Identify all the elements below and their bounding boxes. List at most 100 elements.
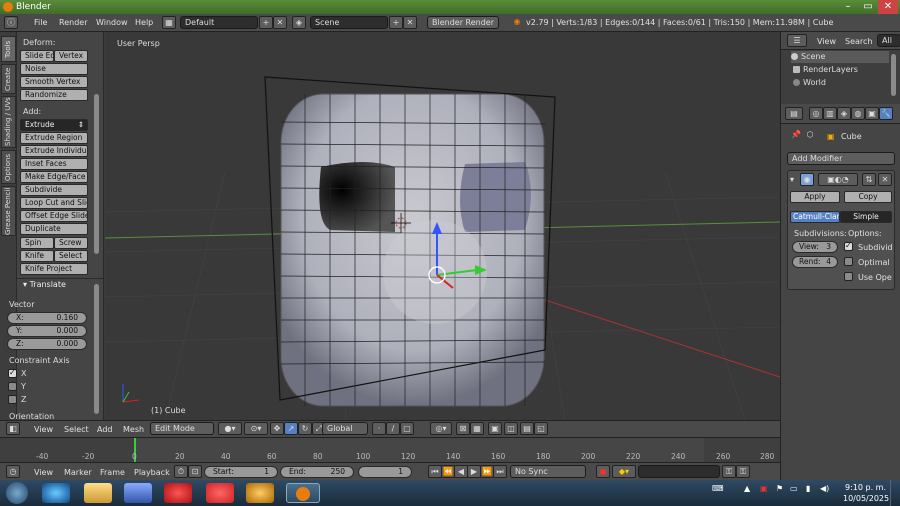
- vector-z-field[interactable]: Z: 0.000: [7, 338, 87, 350]
- spin-button[interactable]: Spin: [20, 237, 54, 249]
- delete-keyframe-icon[interactable]: ⚿: [736, 465, 750, 478]
- vector-x-field[interactable]: X: 0.160: [7, 312, 87, 324]
- scene-tab-icon[interactable]: ◈: [837, 107, 851, 120]
- modifier-remove-icon[interactable]: ✕: [878, 173, 892, 186]
- start-button-icon[interactable]: [6, 482, 28, 504]
- menu-help[interactable]: Help: [135, 18, 153, 27]
- preview-range-icon[interactable]: ⏱: [174, 465, 188, 478]
- outliner-row-renderlayers[interactable]: RenderLayers: [793, 64, 858, 76]
- tab-create[interactable]: Create: [1, 64, 16, 94]
- shading-selector[interactable]: ●▾: [218, 422, 242, 435]
- timeline[interactable]: -40 -20 0 20 40 60 80 100 120 140 160 18…: [0, 437, 780, 463]
- volume-icon[interactable]: ◀): [820, 484, 829, 493]
- duplicate-button[interactable]: Duplicate: [20, 223, 88, 235]
- maximize-button[interactable]: ▭: [858, 0, 878, 14]
- menu-file[interactable]: File: [34, 18, 47, 27]
- active-keying-set-field[interactable]: [638, 465, 720, 478]
- inset-faces-button[interactable]: Inset Faces: [20, 158, 88, 170]
- modifier-move-icon[interactable]: ⇅: [862, 173, 876, 186]
- tab-tools[interactable]: Tools: [1, 36, 16, 62]
- opengl-anim-icon[interactable]: ▤: [520, 422, 534, 435]
- optimal-display-checkbox[interactable]: [844, 257, 853, 266]
- translate-panel-header[interactable]: ▾ Translate: [23, 280, 66, 289]
- modifiers-tab-icon[interactable]: 🔧: [879, 107, 893, 120]
- catmull-clark-tab[interactable]: Catmull-Clark: [790, 211, 840, 223]
- knife-select-button[interactable]: Select: [54, 250, 88, 262]
- simple-tab[interactable]: Simple: [840, 211, 892, 223]
- extrude-region-button[interactable]: Extrude Region: [20, 132, 88, 144]
- world-tab-icon[interactable]: ◍: [851, 107, 865, 120]
- tab-shading-uvs[interactable]: Shading / UVs: [1, 96, 16, 148]
- clock-date[interactable]: 10/05/2025: [843, 494, 889, 503]
- smooth-vertex-button[interactable]: Smooth Vertex: [20, 76, 88, 88]
- remove-layout-button[interactable]: ✕: [273, 16, 287, 29]
- vector-y-field[interactable]: Y: 0.000: [7, 325, 87, 337]
- opengl-render-icon[interactable]: ◫: [504, 422, 518, 435]
- slide-edge-button[interactable]: Slide Ed: [20, 50, 54, 62]
- view-levels-field[interactable]: View: 3: [792, 241, 838, 253]
- outliner-row-scene[interactable]: Scene: [791, 51, 889, 63]
- snap-toggle-icon[interactable]: ⊠: [456, 422, 470, 435]
- tab-options[interactable]: Options: [1, 150, 16, 184]
- timeline-menu-playback[interactable]: Playback: [134, 468, 170, 477]
- blender-taskbar-icon[interactable]: [286, 483, 320, 503]
- network-icon[interactable]: ▮: [806, 484, 810, 493]
- constraint-y-checkbox[interactable]: [8, 382, 17, 391]
- use-opensubdiv-checkbox[interactable]: [844, 272, 853, 281]
- screw-button[interactable]: Screw: [54, 237, 88, 249]
- translate-panel-scrollbar[interactable]: [94, 284, 99, 414]
- transform-orientation-selector[interactable]: Global: [322, 422, 368, 435]
- modifier-visibility-icons[interactable]: ▣◐◔: [818, 173, 858, 186]
- render-preview-icon[interactable]: ▣: [488, 422, 502, 435]
- play-reverse-icon[interactable]: ◀: [454, 465, 468, 478]
- slide-vertex-button[interactable]: Vertex: [54, 50, 88, 62]
- face-select-icon[interactable]: ▢: [400, 422, 414, 435]
- outliner-filter-selector[interactable]: All Sc: [877, 34, 900, 47]
- extrude-individual-button[interactable]: Extrude Individual: [20, 145, 88, 157]
- timeline-menu-view[interactable]: View: [34, 468, 53, 477]
- keyboard-icon[interactable]: ⌨: [712, 484, 724, 493]
- minimize-button[interactable]: –: [838, 0, 858, 14]
- menu-add[interactable]: Add: [97, 425, 113, 434]
- keying-set-icon[interactable]: ◆▾: [612, 465, 636, 478]
- lock-range-icon[interactable]: ⊡: [188, 465, 202, 478]
- render-tab-icon[interactable]: ◎: [809, 107, 823, 120]
- headphones-icon[interactable]: [246, 483, 274, 503]
- copy-modifier-button[interactable]: Copy: [844, 191, 892, 203]
- scene-icon[interactable]: ◈: [292, 16, 306, 29]
- outliner-menu-view[interactable]: View: [817, 37, 836, 46]
- lifebuoy-icon[interactable]: [206, 483, 234, 503]
- constraint-x-checkbox[interactable]: ✓: [8, 368, 17, 378]
- menu-view[interactable]: View: [34, 425, 53, 434]
- noise-button[interactable]: Noise: [20, 63, 88, 75]
- add-modifier-menu[interactable]: Add Modifier: [787, 152, 895, 165]
- mode-selector[interactable]: Edit Mode: [150, 422, 214, 435]
- pivot-selector[interactable]: ⊙▾: [244, 422, 268, 435]
- jump-start-icon[interactable]: ⏮: [428, 465, 442, 478]
- jump-end-icon[interactable]: ⏭: [493, 465, 507, 478]
- translate-manipulator-icon[interactable]: ↗: [284, 422, 298, 435]
- explorer-icon[interactable]: [84, 483, 112, 503]
- vertex-select-icon[interactable]: ·: [372, 422, 386, 435]
- properties-editor[interactable]: ▤ ◎ ▥ ◈ ◍ ▣ 🔧 📌 ⬡ ▣ Cube Add Modifier ▾ …: [780, 104, 900, 480]
- loop-cut-slide-button[interactable]: Loop Cut and Slide: [20, 197, 88, 209]
- render-levels-field[interactable]: Rend: 4: [792, 256, 838, 268]
- extrude-menu[interactable]: Extrude ⇕: [20, 119, 88, 131]
- add-scene-button[interactable]: +: [389, 16, 403, 29]
- knife-button[interactable]: Knife: [20, 250, 54, 262]
- randomize-button[interactable]: Randomize: [20, 89, 88, 101]
- edge-select-icon[interactable]: /: [386, 422, 400, 435]
- rotate-manipulator-icon[interactable]: ↻: [298, 422, 312, 435]
- end-frame-field[interactable]: End: 250: [280, 466, 354, 478]
- sync-mode-selector[interactable]: No Sync: [510, 465, 586, 478]
- outliner-menu-search[interactable]: Search: [845, 37, 872, 46]
- tray-monitor-icon[interactable]: ▭: [790, 484, 798, 493]
- offset-edge-slide-button[interactable]: Offset Edge Slide: [20, 210, 88, 222]
- record-icon[interactable]: ●: [596, 465, 610, 478]
- tray-app-icon[interactable]: ▣: [760, 484, 768, 493]
- 3d-viewport[interactable]: User Persp (1) Cube: [105, 32, 780, 420]
- snap-element-icon[interactable]: ▦: [470, 422, 484, 435]
- pin-icon[interactable]: 📌: [789, 129, 803, 142]
- show-desktop-button[interactable]: [890, 480, 900, 506]
- flash-icon[interactable]: [164, 483, 192, 503]
